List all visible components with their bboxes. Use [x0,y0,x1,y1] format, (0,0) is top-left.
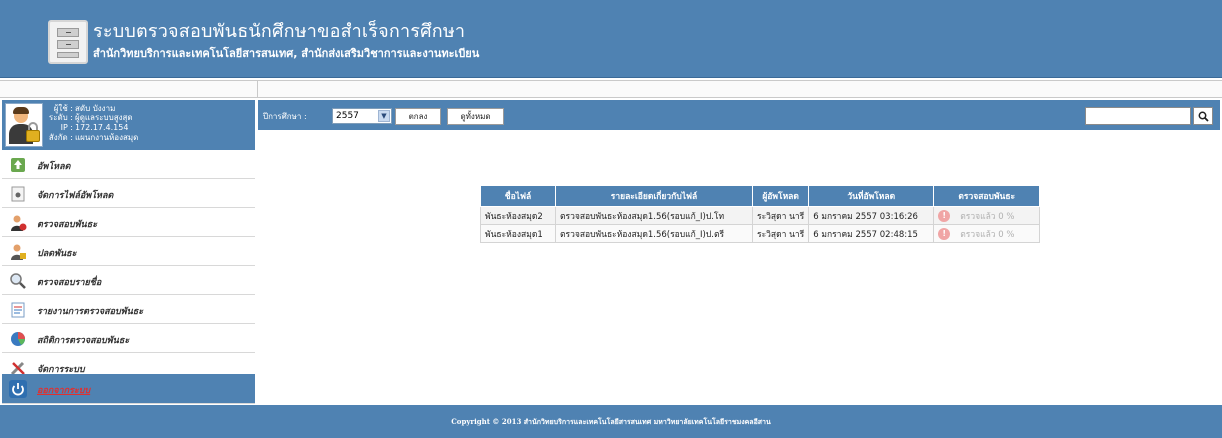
sidebar-item-statistics[interactable]: สถิติการตรวจสอบพันธะ [2,324,255,353]
app-title: ระบบตรวจสอบพันธนักศึกษาขอสำเร็จการศึกษา [93,21,466,42]
cell-file-detail: ตรวจสอบพันธะห้องสมุด1.56(รอบแก้_I)ป.ตรี [555,224,753,243]
main-content: ปีการศึกษา : 2557 ▼ ตกลง ดูทั้งหมด ชื่อไ… [258,100,1220,404]
col-uploader: ผู้อัพโหลด [751,185,810,207]
table-row[interactable]: พันธะห้องสมุด2 ตรวจสอบพันธะห้องสมุด1.56(… [480,206,1041,225]
sidebar-item-check-obligation[interactable]: ตรวจสอบพันธะ [2,208,255,237]
file-manage-icon [11,186,25,202]
cell-uploader: ระวิสุดา นารี [751,206,810,225]
academic-year-select[interactable]: 2557 ▼ [332,108,392,124]
check-progress-text: ตรวจแล้ว 0 % [960,229,1015,240]
user-level-value: ผู้ดูแลระบบสูงสุด [75,113,133,122]
sidebar-item-label: อัพโหลด [37,162,71,172]
warning-icon[interactable]: ! [938,209,951,222]
sidebar-item-label: ตรวจสอบพันธะ [37,220,98,230]
cell-uploader: ระวิสุดา นารี [751,224,810,243]
cabinet-logo-icon [48,20,88,64]
copyright-text: Copyright © 2013 สำนักวิทยบริการและเทคโน… [451,417,771,426]
col-file-name: ชื่อไฟล์ [480,185,556,207]
user-dept-value: แผนกงานห้องสมุด [75,133,139,142]
magnifier-icon [10,273,26,289]
cell-upload-date: 6 มกราคม 2557 02:48:15 [808,224,935,243]
power-icon [9,380,27,398]
sidebar-item-upload[interactable]: อัพโหลด [2,150,255,179]
col-upload-date: วันที่อัพโหลด [808,185,935,207]
academic-year-label: ปีการศึกษา : [263,112,307,121]
user-dept-label: สังกัด : [48,133,73,142]
table-row[interactable]: พันธะห้องสมุด1 ตรวจสอบพันธะห้องสมุด1.56(… [480,224,1041,243]
user-check-icon [11,215,27,231]
upload-icon [11,158,25,172]
ok-button[interactable]: ตกลง [395,108,441,125]
header-divider [0,80,1222,98]
report-icon [11,302,25,318]
user-ip-value: 172.17.4.154 [75,123,129,132]
sidebar-item-label: ปลดพันธะ [37,249,77,259]
user-info-panel: ผู้ใช้ : สดับ บังงาม ระดับ : ผู้ดูแลระบบ… [2,100,255,150]
cell-file-name: พันธะห้องสมุด2 [480,206,556,225]
app-header: ระบบตรวจสอบพันธนักศึกษาขอสำเร็จการศึกษา … [0,0,1222,78]
academic-year-value: 2557 [336,111,359,121]
cell-file-detail: ตรวจสอบพันธะห้องสมุด1.56(รอบแก้_I)ป.โท [555,206,753,225]
user-lock-avatar-icon [5,103,43,147]
app-subtitle: สำนักวิทยบริการและเทคโนโลยีสารสนเทศ, สำน… [93,47,480,60]
sidebar-item-label: สถิติการตรวจสอบพันธะ [37,336,130,346]
pie-chart-icon [11,332,25,346]
user-name-label: ผู้ใช้ : [53,104,73,113]
table-header-row: ชื่อไฟล์ รายละเอียดเกี่ยวกับไฟล์ ผู้อัพโ… [480,185,1041,207]
show-all-button[interactable]: ดูทั้งหมด [447,108,504,125]
search-icon [1198,111,1209,122]
cell-check-status: ! ตรวจแล้ว 0 % [933,224,1041,243]
sidebar: ผู้ใช้ : สดับ บังงาม ระดับ : ผู้ดูแลระบบ… [2,100,255,404]
check-progress-text: ตรวจแล้ว 0 % [960,211,1015,222]
col-file-detail: รายละเอียดเกี่ยวกับไฟล์ [555,185,753,207]
cell-upload-date: 6 มกราคม 2557 03:16:26 [808,206,935,225]
warning-icon[interactable]: ! [938,227,951,240]
search-button[interactable] [1193,107,1213,125]
sidebar-item-report[interactable]: รายงานการตรวจสอบพันธะ [2,295,255,324]
search-input[interactable] [1085,107,1191,125]
sidebar-item-label: จัดการไฟล์อัพโหลด [37,191,114,201]
user-level-label: ระดับ : [48,113,73,122]
uploaded-files-table: ชื่อไฟล์ รายละเอียดเกี่ยวกับไฟล์ ผู้อัพโ… [480,185,1041,243]
sidebar-item-label: ออกจากระบบ [37,386,91,396]
sidebar-item-label: รายงานการตรวจสอบพันธะ [37,307,144,317]
cell-check-status: ! ตรวจแล้ว 0 % [933,206,1041,225]
sidebar-item-logout[interactable]: ออกจากระบบ [2,374,255,404]
user-release-icon [11,244,26,260]
user-ip-label: IP : [60,123,73,132]
sidebar-item-file-manage[interactable]: จัดการไฟล์อัพโหลด [2,179,255,208]
sidebar-item-release-obligation[interactable]: ปลดพันธะ [2,237,255,266]
filter-toolbar: ปีการศึกษา : 2557 ▼ ตกลง ดูทั้งหมด [258,100,1220,130]
cell-file-name: พันธะห้องสมุด1 [480,224,556,243]
chevron-down-icon: ▼ [378,110,390,122]
sidebar-item-check-names[interactable]: ตรวจสอบรายชื่อ [2,266,255,295]
app-footer: Copyright © 2013 สำนักวิทยบริการและเทคโน… [0,405,1222,438]
user-name-value: สดับ บังงาม [75,104,116,113]
col-check-status: ตรวจสอบพันธะ [933,185,1041,207]
sidebar-item-label: ตรวจสอบรายชื่อ [37,278,102,288]
